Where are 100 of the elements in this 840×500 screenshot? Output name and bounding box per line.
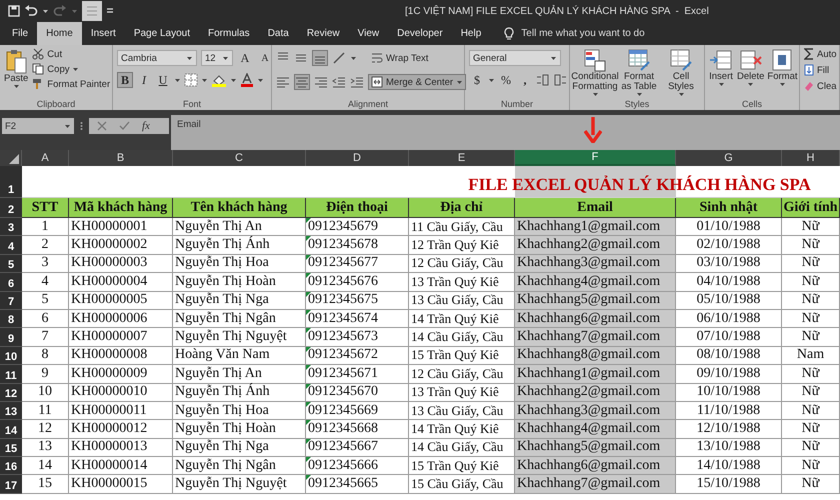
ribbon-large-button[interactable]: Delete	[737, 48, 764, 98]
font-color-icon[interactable]	[240, 73, 254, 87]
cell-styles-icon[interactable]	[669, 48, 693, 72]
caret-icon[interactable]	[747, 82, 754, 87]
row-header[interactable]: 14	[0, 420, 22, 439]
ribbon-large-button[interactable]: Insert	[709, 48, 733, 98]
insert-cells-icon[interactable]	[709, 48, 733, 72]
delete-cells-icon[interactable]	[738, 48, 763, 72]
decrease-indent-icon[interactable]	[332, 75, 346, 89]
column-header[interactable]: G	[676, 150, 782, 166]
row-header[interactable]: 7	[0, 292, 22, 310]
caret-icon[interactable]	[678, 92, 684, 97]
increase-indent-icon[interactable]	[350, 75, 364, 89]
column-header[interactable]: F	[515, 150, 676, 166]
caret-icon[interactable]	[174, 78, 181, 82]
ribbon-tab[interactable]: Review	[298, 22, 349, 45]
increase-decimal-icon[interactable]	[536, 73, 550, 87]
number-format-dropdown[interactable]: General	[469, 50, 561, 66]
caret-icon[interactable]	[488, 78, 495, 82]
row-header[interactable]: 8	[0, 310, 22, 328]
text-orientation-icon[interactable]	[332, 51, 346, 65]
caret-icon[interactable]	[636, 92, 642, 97]
select-all-icon[interactable]	[9, 154, 19, 164]
sum-icon[interactable]	[804, 48, 814, 60]
ribbon-tab[interactable]: View	[348, 22, 388, 45]
ribbon-tab[interactable]: Formulas	[199, 22, 259, 45]
column-header[interactable]: C	[173, 150, 306, 166]
row-header[interactable]: 11	[0, 365, 22, 384]
row-header[interactable]: 16	[0, 457, 22, 476]
font-size-dropdown[interactable]: 12	[201, 50, 233, 66]
paste-button[interactable]: Paste	[4, 48, 28, 98]
italic-button[interactable]: I	[136, 72, 152, 88]
caret-icon[interactable]	[201, 78, 208, 82]
undo-icon[interactable]	[24, 5, 38, 17]
caret-icon[interactable]	[230, 78, 237, 82]
caret-icon[interactable]	[718, 82, 724, 87]
caret-icon[interactable]	[186, 56, 193, 60]
fill-down-icon[interactable]	[804, 64, 814, 76]
ribbon-large-button[interactable]: Format as Table	[620, 48, 658, 98]
row-header[interactable]: 10	[0, 346, 22, 366]
row-header[interactable]: 1	[0, 166, 22, 198]
ribbon-tab[interactable]: Home	[37, 22, 82, 45]
caret-icon[interactable]	[350, 56, 357, 60]
align-right-icon[interactable]	[314, 75, 328, 89]
ribbon-tab[interactable]: Help	[452, 22, 490, 45]
caret-icon[interactable]	[42, 8, 49, 14]
editing-command[interactable]: Auto	[804, 48, 837, 60]
ribbon-tab[interactable]: File	[3, 22, 38, 45]
ribbon-large-button[interactable]: Cell Styles	[662, 48, 700, 98]
caret-icon[interactable]	[456, 80, 464, 84]
row-header[interactable]: 2	[0, 198, 22, 218]
conditional-formatting-icon[interactable]	[583, 48, 607, 72]
column-header[interactable]: E	[409, 150, 515, 166]
underline-button[interactable]: U	[155, 72, 171, 88]
customize-menu-icon[interactable]	[106, 7, 114, 15]
wrap-text-icon[interactable]	[371, 52, 383, 64]
ribbon-tab[interactable]: Page Layout	[124, 22, 199, 45]
percent-button[interactable]: %	[498, 72, 514, 88]
cut-button[interactable]: Cut	[32, 48, 110, 60]
row-header[interactable]: 15	[0, 438, 22, 458]
comma-button[interactable]: ,	[517, 72, 533, 88]
grow-font-button[interactable]: A	[237, 50, 253, 66]
scissors-icon[interactable]	[32, 48, 44, 60]
bold-button[interactable]: B	[117, 72, 133, 88]
fill-color-icon[interactable]	[211, 73, 227, 87]
column-header[interactable]: D	[306, 150, 409, 166]
row-header[interactable]: 17	[0, 475, 22, 494]
caret-icon[interactable]	[72, 66, 80, 72]
insert-function-button[interactable]: fx	[142, 120, 150, 132]
editing-command[interactable]: Fill	[804, 64, 837, 76]
merge-cells-icon[interactable]	[371, 76, 383, 88]
drag-handle-icon[interactable]	[80, 121, 83, 131]
format-painter-button[interactable]: Format Painter	[32, 78, 110, 90]
ribbon-tab[interactable]: Insert	[82, 22, 125, 45]
format-cells-icon[interactable]	[770, 48, 794, 72]
ribbon-tab[interactable]: Data	[258, 22, 298, 45]
font-name-dropdown[interactable]: Cambria	[117, 50, 197, 66]
shrink-font-button[interactable]: A	[257, 50, 273, 66]
table-format-icon[interactable]	[627, 48, 651, 72]
ribbon-large-button[interactable]: Conditional Formatting	[574, 48, 616, 98]
formula-input[interactable]: Email	[171, 115, 840, 150]
column-header[interactable]: B	[69, 150, 173, 166]
editing-command[interactable]: Clea	[804, 80, 837, 92]
caret-icon[interactable]	[550, 56, 557, 60]
caret-icon[interactable]	[12, 84, 20, 89]
wrap-text-button[interactable]: Wrap Text	[371, 52, 428, 64]
copy-button[interactable]: Copy	[32, 63, 110, 75]
align-left-icon[interactable]	[276, 75, 290, 89]
row-header[interactable]: 3	[0, 218, 22, 236]
caret-icon[interactable]	[222, 56, 229, 60]
decrease-decimal-icon[interactable]	[553, 73, 567, 87]
clipboard-icon[interactable]	[5, 48, 28, 74]
row-header[interactable]: 9	[0, 328, 22, 347]
lightbulb-icon[interactable]	[504, 26, 514, 40]
ribbon-large-button[interactable]: Format	[768, 48, 796, 98]
currency-button[interactable]: $	[469, 72, 485, 88]
borders-icon[interactable]	[184, 73, 198, 87]
row-header[interactable]: 13	[0, 402, 22, 420]
caret-icon[interactable]	[64, 124, 71, 128]
checkmark-icon[interactable]	[119, 121, 130, 131]
